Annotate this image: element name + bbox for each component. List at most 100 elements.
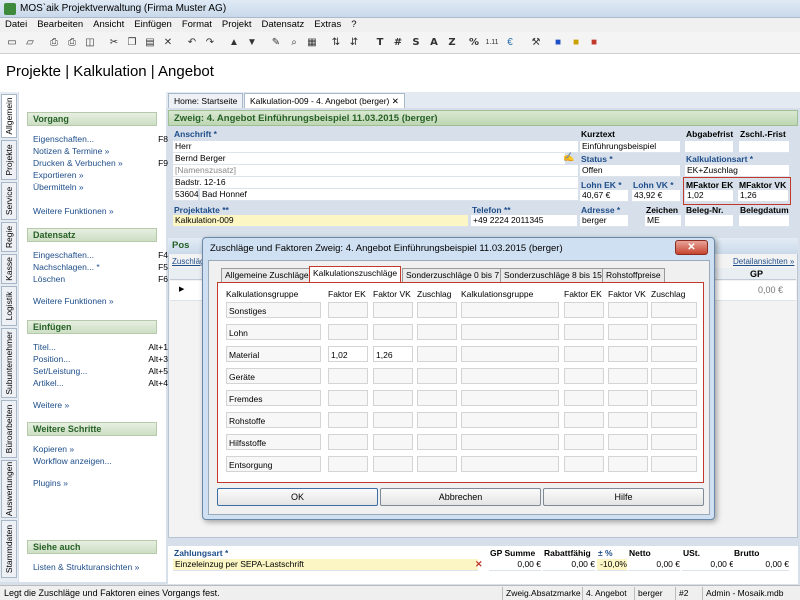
sort-za-icon[interactable]: ⇵ — [346, 35, 362, 51]
kalkulationsart-field[interactable]: EK+Zuschlag — [685, 165, 789, 177]
help-button[interactable]: Hilfe — [543, 488, 704, 506]
anschrift-line-1[interactable]: Herr — [173, 141, 578, 153]
row-2-right-cell-1[interactable] — [564, 346, 604, 362]
row-6-faktor-vk-input[interactable] — [373, 434, 413, 450]
row-7-faktor-ek-input[interactable] — [328, 456, 368, 472]
row-3-faktor-vk-input[interactable] — [373, 368, 413, 384]
menu-help[interactable]: ? — [346, 18, 361, 30]
new-doc-icon[interactable]: ▭ — [4, 35, 20, 51]
print-preview-icon[interactable]: ⎙ — [64, 35, 80, 51]
nav-artikel[interactable]: Artikel... Alt+4 — [33, 378, 168, 388]
tab-kalkulationszuschlaege[interactable]: Kalkulationszuschläge — [309, 266, 402, 283]
tab-sonderzuschlaege-0-7[interactable]: Sonderzuschläge 0 bis 7 — [402, 268, 504, 282]
nav-workflow[interactable]: Workflow anzeigen... — [33, 456, 168, 466]
copy-icon[interactable]: ❐ — [124, 35, 140, 51]
cut-icon[interactable]: ✂ — [106, 35, 122, 51]
menu-bearbeiten[interactable]: Bearbeiten — [32, 18, 88, 30]
menu-datei[interactable]: Datei — [0, 18, 32, 30]
row-2-faktor-ek-input[interactable]: 1,02 — [328, 346, 368, 362]
tab-home[interactable]: Home: Startseite — [168, 93, 244, 108]
toolbar-hash-button[interactable]: # — [390, 35, 406, 51]
row-3-right-cell-2[interactable] — [608, 368, 648, 384]
redo-icon[interactable]: ↷ — [202, 35, 218, 51]
toolbar-a-button[interactable]: A — [426, 35, 442, 51]
row-1-right-cell-2[interactable] — [608, 324, 648, 340]
vtab-logistik[interactable]: Logistik — [1, 286, 17, 326]
row-7-right-cell-2[interactable] — [608, 456, 648, 472]
nav-weitere-funktionen-2[interactable]: Weitere Funktionen » — [33, 296, 168, 306]
tab-kalkulation[interactable]: Kalkulation-009 - 4. Angebot (berger) ✕ — [244, 93, 405, 108]
lock-red-icon[interactable]: ■ — [586, 35, 602, 51]
row-1-right-cell-1[interactable] — [564, 324, 604, 340]
tab-allgemeine-zuschlaege[interactable]: Allgemeine Zuschläge — [221, 268, 313, 282]
toolbar-percent-button[interactable]: % — [466, 35, 482, 51]
row-0-right-cell-1[interactable] — [564, 302, 604, 318]
move-down-icon[interactable]: ▼ — [244, 35, 260, 51]
nav-exportieren[interactable]: Exportieren » — [33, 170, 168, 180]
row-2-right-cell-2[interactable] — [608, 346, 648, 362]
nav-loeschen[interactable]: Löschen F6 — [33, 274, 168, 284]
lohn-vk-field[interactable]: 43,92 € — [632, 190, 680, 202]
row-0-right-cell-3[interactable] — [651, 302, 697, 318]
section-weitere-schritte[interactable]: Weitere Schritte — [27, 422, 157, 436]
kurztext-field[interactable]: Einführungsbeispiel — [580, 141, 680, 153]
menu-format[interactable]: Format — [177, 18, 217, 30]
row-2-zuschlag-input[interactable] — [417, 346, 457, 362]
lock-yellow-icon[interactable]: ■ — [568, 35, 584, 51]
currency-icon[interactable]: € — [502, 35, 518, 51]
row-1-right-cell-3[interactable] — [651, 324, 697, 340]
adresse-field[interactable]: berger — [580, 215, 628, 227]
belegdatum-field[interactable] — [739, 215, 789, 227]
row-0-faktor-ek-input[interactable] — [328, 302, 368, 318]
menu-einfuegen[interactable]: Einfügen — [129, 18, 177, 30]
sort-az-icon[interactable]: ⇅ — [328, 35, 344, 51]
menu-ansicht[interactable]: Ansicht — [88, 18, 129, 30]
address-lookup-icon[interactable]: ✍ — [563, 152, 574, 163]
open-folder-icon[interactable]: ▱ — [22, 35, 38, 51]
row-3-right-cell-1[interactable] — [564, 368, 604, 384]
search-icon[interactable]: ⌕ — [286, 35, 302, 51]
beleg-nr-field[interactable] — [685, 215, 733, 227]
mfaktor-ek-field[interactable]: 1,02 — [685, 190, 733, 202]
zeichen-field[interactable]: ME — [645, 215, 681, 227]
nav-eigenschaften[interactable]: Eigenschaften... F8 — [33, 134, 168, 144]
vtab-regie[interactable]: Regie — [1, 222, 17, 252]
nav-position[interactable]: Position... Alt+3 — [33, 354, 168, 364]
nav-eingeschaften[interactable]: Eingeschaften... F4 — [33, 250, 168, 260]
zuschlag-link[interactable]: Zuschläg — [172, 257, 204, 266]
nav-drucken[interactable]: Drucken & Verbuchen » F9 — [33, 158, 168, 168]
dialog-close-icon[interactable]: ✕ — [675, 240, 708, 255]
section-datensatz[interactable]: Datensatz — [27, 228, 157, 242]
vtab-projekte[interactable]: Projekte — [1, 140, 17, 180]
plz-field[interactable]: 53604 — [173, 189, 199, 201]
undo-icon[interactable]: ↶ — [184, 35, 200, 51]
menu-datensatz[interactable]: Datensatz — [256, 18, 309, 30]
zahlungsart-field[interactable]: Einzeleinzug per SEPA-Lastschrift — [173, 559, 478, 571]
anschrift-line-2[interactable]: Bernd Berger — [173, 153, 565, 165]
nav-listen[interactable]: Listen & Strukturansichten » — [33, 562, 168, 572]
vtab-bueroarbeiten[interactable]: Büroarbeiten — [1, 400, 17, 458]
nav-weitere[interactable]: Weitere » — [33, 400, 168, 410]
section-einfuegen[interactable]: Einfügen — [27, 320, 157, 334]
nav-weitere-funktionen-1[interactable]: Weitere Funktionen » — [33, 206, 168, 216]
cancel-button[interactable]: Abbrechen — [380, 488, 541, 506]
row-7-zuschlag-input[interactable] — [417, 456, 457, 472]
projektakte-field[interactable]: Kalkulation-009 — [173, 215, 468, 227]
vtab-service[interactable]: Service — [1, 182, 17, 220]
nav-kopieren[interactable]: Kopieren » — [33, 444, 168, 454]
lock-blue-icon[interactable]: ■ — [550, 35, 566, 51]
toolbar-t-button[interactable]: T — [372, 35, 388, 51]
print-icon[interactable]: ⎙ — [46, 35, 62, 51]
row-1-zuschlag-input[interactable] — [417, 324, 457, 340]
row-5-right-cell-1[interactable] — [564, 412, 604, 428]
row-4-zuschlag-input[interactable] — [417, 390, 457, 406]
row-5-right-cell-3[interactable] — [651, 412, 697, 428]
section-vorgang[interactable]: Vorgang — [27, 112, 157, 126]
row-2-right-cell-3[interactable] — [651, 346, 697, 362]
nav-nachschlagen[interactable]: Nachschlagen... * F5 — [33, 262, 168, 272]
row-5-faktor-vk-input[interactable] — [373, 412, 413, 428]
row-0-faktor-vk-input[interactable] — [373, 302, 413, 318]
row-6-faktor-ek-input[interactable] — [328, 434, 368, 450]
row-4-right-cell-2[interactable] — [608, 390, 648, 406]
zschl-frist-field[interactable] — [739, 141, 789, 153]
